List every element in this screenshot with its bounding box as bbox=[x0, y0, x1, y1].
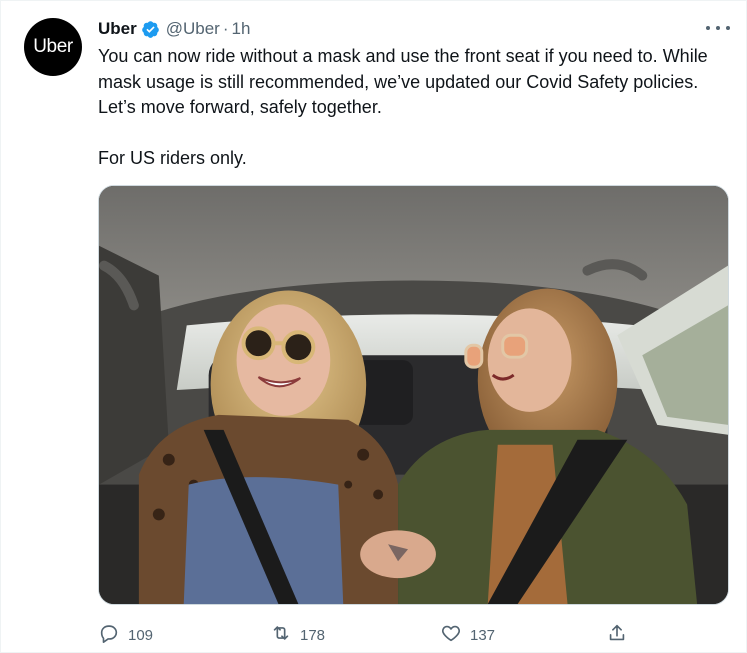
retweet-button[interactable]: 178 bbox=[270, 621, 325, 649]
avatar[interactable]: Uber bbox=[24, 18, 82, 76]
retweet-icon bbox=[270, 622, 292, 648]
reply-button[interactable]: 109 bbox=[98, 621, 153, 649]
separator: · bbox=[222, 19, 229, 38]
timestamp[interactable]: 1h bbox=[232, 17, 251, 41]
author-handle[interactable]: @Uber bbox=[166, 17, 220, 41]
reply-count: 109 bbox=[128, 626, 154, 644]
share-button[interactable] bbox=[606, 621, 628, 649]
more-icon[interactable] bbox=[706, 19, 730, 37]
car-interior-photo bbox=[99, 186, 728, 604]
retweet-count: 178 bbox=[300, 626, 326, 644]
tweet-paragraph-2: For US riders only. bbox=[98, 148, 247, 168]
author-name[interactable]: Uber bbox=[98, 17, 137, 41]
tweet-photo[interactable] bbox=[98, 185, 729, 605]
avatar-text: Uber bbox=[33, 36, 73, 57]
like-icon bbox=[440, 622, 462, 648]
tweet-header: Uber @Uber · 1h bbox=[98, 17, 250, 41]
tweet-paragraph-1: You can now ride without a mask and use … bbox=[98, 46, 708, 117]
like-button[interactable]: 137 bbox=[440, 621, 495, 649]
like-count: 137 bbox=[470, 626, 496, 644]
tweet-card[interactable]: Uber Uber @Uber · 1h You can now ride wi… bbox=[0, 0, 747, 653]
share-icon bbox=[606, 622, 628, 648]
tweet-actions: 109 178 137 bbox=[98, 621, 738, 649]
reply-icon bbox=[98, 622, 120, 648]
tweet-text: You can now ride without a mask and use … bbox=[98, 44, 728, 172]
verified-icon bbox=[141, 20, 160, 39]
